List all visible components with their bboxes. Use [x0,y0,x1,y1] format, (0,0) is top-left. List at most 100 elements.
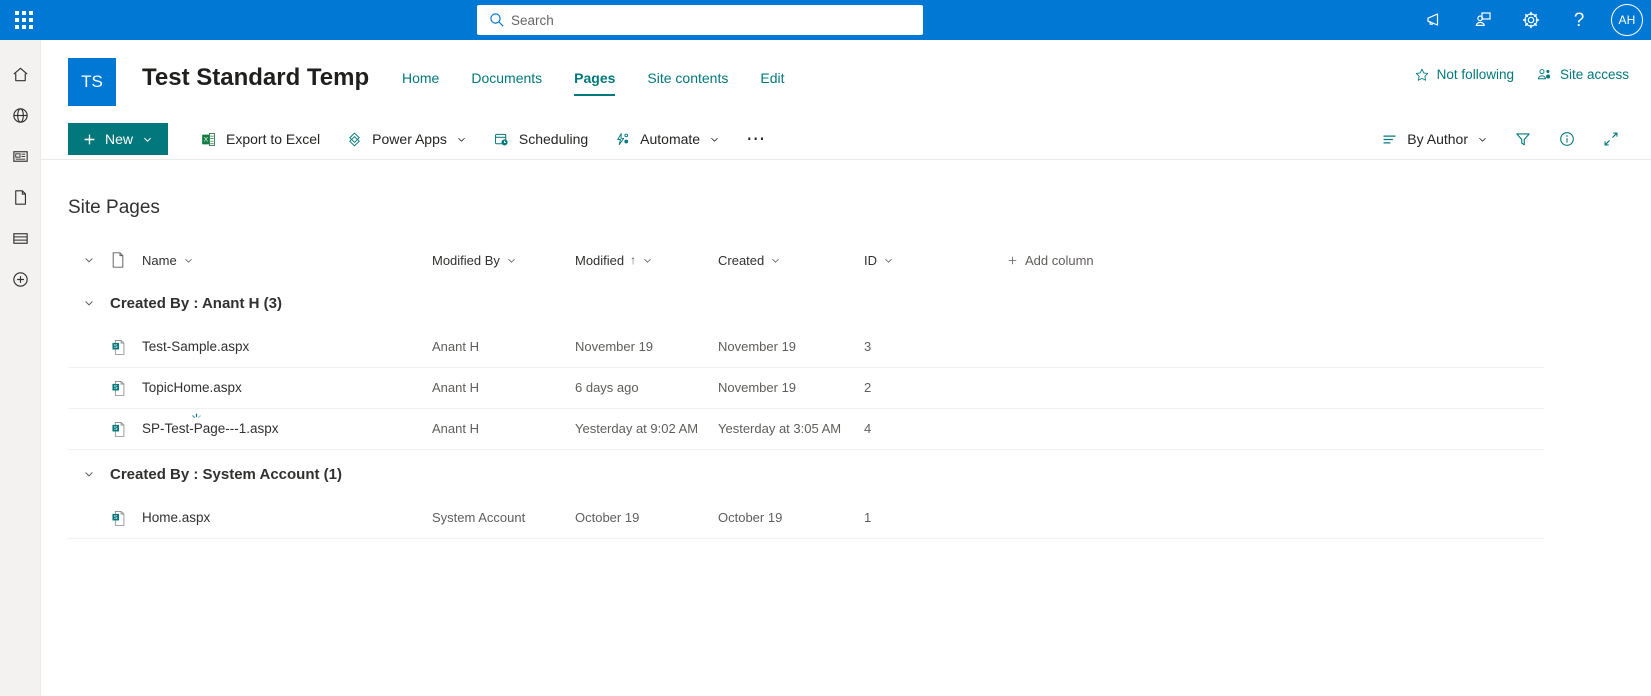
help-button[interactable]: ? [1555,0,1603,40]
app-launcher-icon[interactable] [0,0,48,40]
scheduling-button[interactable]: Scheduling [480,118,601,160]
row-modified: November 19 [575,339,654,354]
svg-text:X: X [204,136,209,143]
table-row[interactable]: S TopicHome.aspx Anant H 6 days ago Nove… [68,368,1544,409]
view-selector-button[interactable]: By Author [1368,118,1501,160]
plus-icon [84,134,95,144]
svg-text:S: S [114,515,118,521]
group-header-row[interactable]: Created By : System Account (1) [68,450,1544,498]
ellipsis-icon: ⋯ [746,128,768,150]
filter-button[interactable] [1501,118,1545,160]
row-file-icon: S [110,379,142,397]
nav-item-pages[interactable]: Pages [558,66,631,96]
site-pages-list: Name Modified By Modified ↑ Created ID A… [68,241,1544,539]
site-header: TS Test Standard Temp Home Documents Pag… [41,40,1651,118]
export-to-excel-button[interactable]: X Export to Excel [187,118,333,160]
filter-funnel-icon [1516,133,1530,146]
follow-label: Not following [1436,67,1514,82]
group-expand-chevron[interactable] [68,468,110,480]
chevron-down-icon [85,472,93,477]
row-file-icon: S [110,509,142,527]
table-row[interactable]: S Test-Sample.aspx Anant H November 19 N… [68,327,1544,368]
power-apps-label: Power Apps [372,131,447,147]
row-id: 4 [864,421,872,436]
row-name-link[interactable]: SP-Test-Page---1.aspx [142,421,279,436]
row-created: November 19 [718,339,797,354]
sort-ascending-icon: ↑ [630,253,637,267]
gear-icon [1522,11,1540,29]
column-header-modified-label: Modified [575,252,625,268]
settings-button[interactable] [1507,0,1555,40]
chevron-down-icon [1479,137,1486,142]
info-circle-icon [1560,132,1574,146]
search-input[interactable] [477,5,923,35]
column-header-id-label: ID [864,252,877,268]
nav-item-site-contents[interactable]: Site contents [631,66,744,96]
sharepoint-site-pages-app: ? AH [0,0,1651,696]
group-header-row[interactable]: Created By : Anant H (3) [68,279,1544,327]
chevron-down-icon [644,258,652,263]
chevron-down-icon [184,258,192,263]
chevron-down-icon [144,137,151,142]
sidebar-item-lists[interactable] [0,218,41,259]
nav-item-home[interactable]: Home [386,66,455,96]
select-all-chevron[interactable] [68,254,110,266]
document-icon [14,190,26,205]
user-avatar[interactable]: AH [1603,0,1651,40]
add-column-button[interactable]: Add column [1007,253,1544,268]
expand-button[interactable] [1589,118,1633,160]
sidebar-item-home[interactable] [0,54,41,95]
info-button[interactable] [1545,118,1589,160]
site-logo[interactable]: TS [68,58,116,106]
svg-text:S: S [114,385,118,391]
globe-icon [12,108,28,123]
site-navigation: Home Documents Pages Site contents Edit [386,66,800,96]
site-header-actions: Not following Site access [1414,66,1629,83]
command-bar-right: By Author [1368,118,1633,160]
chevron-down-icon [885,258,892,263]
announcements-button[interactable] [1411,0,1459,40]
site-access-button[interactable]: Site access [1536,66,1629,83]
row-id: 3 [864,339,872,354]
search-box[interactable] [477,5,923,35]
list-view-icon [1383,135,1396,143]
column-header-modified[interactable]: Modified ↑ [575,253,718,268]
table-row[interactable]: S Home.aspx System Account October 19 Oc… [68,498,1544,539]
chevron-down-icon [711,137,718,142]
nav-item-documents[interactable]: Documents [455,66,558,96]
row-modified: October 19 [575,510,640,525]
row-id: 2 [864,380,872,395]
table-row[interactable]: S SP-Test-Page---1.aspx Anant H Yesterda… [68,409,1544,450]
sidebar-item-create[interactable] [0,259,41,300]
column-header-id[interactable]: ID [864,253,1007,268]
news-icon [12,151,28,162]
sidebar-item-files[interactable] [0,177,41,218]
sidebar-item-news[interactable] [0,136,41,177]
overflow-menu-button[interactable]: ⋯ [733,118,780,160]
row-created: November 19 [718,380,797,395]
row-name-link[interactable]: TopicHome.aspx [142,380,242,395]
row-file-icon: S [110,338,142,356]
row-name-link[interactable]: Home.aspx [142,510,210,525]
row-modified-by: System Account [432,510,526,525]
automate-icon [617,132,629,145]
column-header-modified-by[interactable]: Modified By [432,253,575,268]
megaphone-icon [1427,13,1439,26]
svg-text:S: S [114,426,118,432]
automate-button[interactable]: Automate [601,118,733,160]
column-header-modified-by-label: Modified By [432,252,500,268]
column-header-name[interactable]: Name [142,253,432,268]
group-header-label: Created By : System Account (1) [110,465,343,483]
follow-button[interactable]: Not following [1414,67,1514,83]
nav-item-edit[interactable]: Edit [744,66,800,96]
power-apps-button[interactable]: Power Apps [333,118,480,160]
row-name-link[interactable]: Test-Sample.aspx [142,339,249,354]
sidebar-item-globe[interactable] [0,95,41,136]
file-type-column-header[interactable] [110,251,142,269]
column-header-name-label: Name [142,252,177,268]
column-header-created[interactable]: Created [718,253,864,268]
sharepoint-page-icon: S [112,381,125,396]
group-expand-chevron[interactable] [68,297,110,309]
feedback-button[interactable] [1459,0,1507,40]
new-button[interactable]: New [68,123,169,155]
